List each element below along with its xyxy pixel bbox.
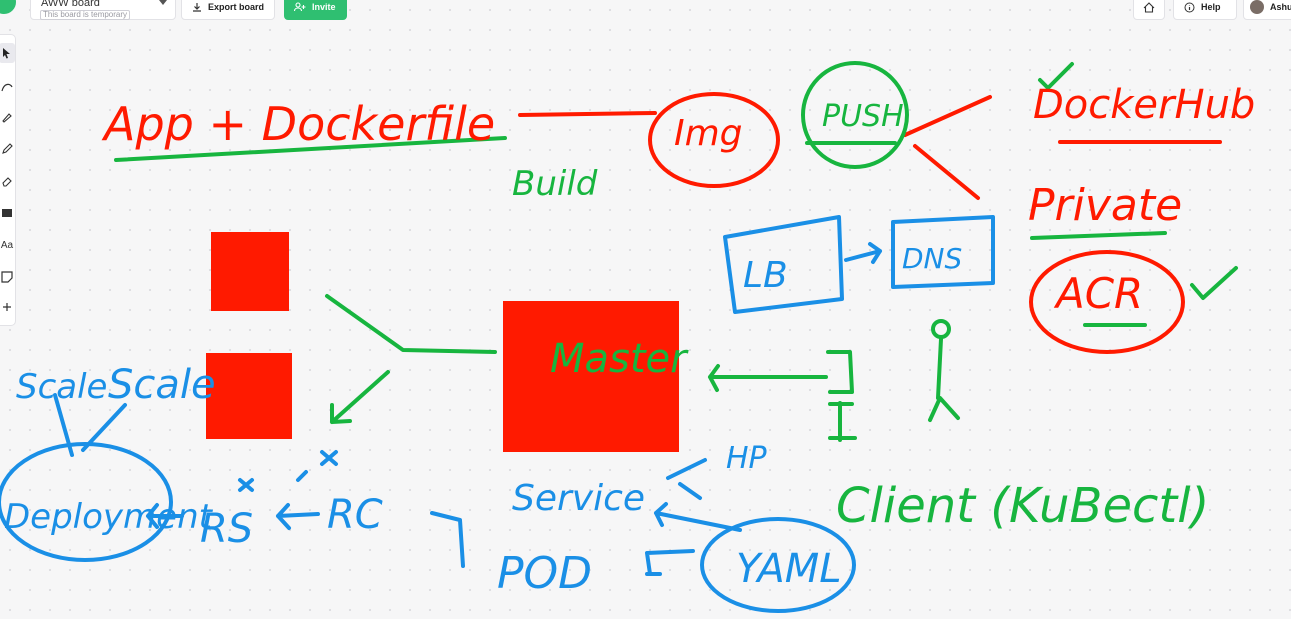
label-master: Master (550, 336, 689, 382)
pod-bracket (430, 511, 465, 568)
lb-dns-arrow (844, 242, 882, 264)
label-rc: RC (327, 492, 383, 538)
client-arrow (708, 364, 828, 392)
label-img: Img (674, 113, 743, 154)
rc-to-rs-arrow (276, 503, 320, 530)
label-service: Service (512, 478, 645, 519)
push-branch-lines (903, 95, 992, 200)
build-arrow-line (518, 111, 657, 117)
label-yaml: YAML (736, 546, 842, 592)
label-app-dockerfile: App + Dockerfile (101, 97, 495, 151)
label-private: Private (1028, 180, 1182, 231)
yaml-pod-arrow (645, 549, 695, 576)
label-acr: ACR (1053, 269, 1143, 318)
label-build: Build (512, 164, 598, 204)
label-pod: POD (497, 548, 592, 599)
acr-check-icon (1190, 266, 1238, 300)
master-connector-line (325, 294, 497, 354)
label-lb: LB (743, 255, 788, 296)
node-square-top (211, 232, 289, 311)
service-hp-lines (666, 458, 707, 500)
label-client: Client (KuBectl) (836, 478, 1209, 534)
label-rs: RS (200, 506, 253, 552)
label-push: PUSH (822, 99, 904, 134)
whiteboard-canvas[interactable]: App + Dockerfile Build Img PUSH DockerHu… (0, 0, 1291, 619)
api-bracket-lines (826, 350, 857, 442)
label-scale-left: Scale (16, 367, 107, 407)
replica-arrow (330, 370, 390, 424)
label-dockerhub: DockerHub (1033, 82, 1255, 128)
label-dns: DNS (902, 242, 962, 275)
cross-marks (238, 450, 338, 492)
stick-figure-body (928, 337, 960, 422)
label-hp: HP (726, 441, 768, 476)
label-deployment: Deployment (4, 497, 214, 537)
yaml-service-arrow (654, 502, 742, 532)
label-scale-right: Scale (108, 362, 216, 408)
node-square-bottom (206, 353, 292, 439)
private-underline (1030, 231, 1167, 240)
stick-figure-head (931, 319, 951, 339)
